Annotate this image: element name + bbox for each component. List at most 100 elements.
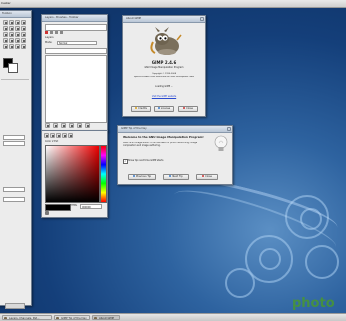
toolbox-title: Toolbox <box>2 12 12 15</box>
tip-close-button[interactable]: Close <box>196 174 218 180</box>
about-authors-box: Spencer Kimball, Peter Mattis and the GI… <box>127 76 201 82</box>
palette-tab-icon[interactable] <box>56 133 61 138</box>
tool-eraser-icon[interactable] <box>9 38 14 43</box>
watercolor-tab-icon[interactable] <box>62 133 67 138</box>
tool-options-slider[interactable] <box>3 141 25 146</box>
tool-smudge-icon[interactable] <box>21 38 26 43</box>
toolbox-window: Toolbox <box>0 10 32 309</box>
tip-body: GIMP is an image editor. It can be used … <box>123 142 198 147</box>
tool-ellipse-select-icon[interactable] <box>9 20 14 25</box>
layers-panel-heading: Layers <box>45 36 54 39</box>
tool-pencil-icon[interactable] <box>3 38 8 43</box>
tool-fuzzy-select-icon[interactable] <box>21 20 26 25</box>
layers-mode-label: Mode: <box>45 41 53 44</box>
tool-options-slider[interactable] <box>3 135 25 140</box>
lower-layer-icon[interactable] <box>61 123 66 128</box>
show-tip-label[interactable]: Show tip next time GIMP starts <box>128 159 164 162</box>
wallpaper-swirl <box>225 268 255 298</box>
paths-tab-icon[interactable] <box>55 31 58 34</box>
layers-mode-dropdown[interactable]: Normal <box>57 41 97 45</box>
taskbar-item-layers[interactable]: Layers, Channels, Pat... <box>2 315 52 320</box>
about-close-icon[interactable] <box>200 17 204 21</box>
new-layer-icon[interactable] <box>45 123 50 128</box>
color-hue-strip[interactable] <box>100 145 107 203</box>
layers-image-selector[interactable] <box>45 24 107 31</box>
tip-body-box: GIMP is an image editor. It can be used … <box>123 142 207 152</box>
tool-shear-icon[interactable] <box>21 26 26 31</box>
tool-options-button-row[interactable] <box>5 303 25 309</box>
tip-close-label: Close <box>205 175 212 178</box>
undo-tab-icon[interactable] <box>60 31 63 34</box>
tip-lightbulb-icon <box>213 135 229 153</box>
color-picker-icon[interactable] <box>45 211 49 215</box>
about-website-link[interactable]: Visit the GIMP website <box>123 95 205 98</box>
tip-heading: Welcome to the GNU Image Manipulation Pr… <box>123 135 204 139</box>
about-subtitle: GNU Image Manipulation Program <box>144 66 184 69</box>
color-saturation-value-picker[interactable] <box>45 145 100 203</box>
color-triangle-tab-icon[interactable] <box>50 133 55 138</box>
toolbox-title-bar: Toolbox <box>0 11 31 18</box>
tool-free-select-icon[interactable] <box>15 20 20 25</box>
tool-options-slider[interactable] <box>3 197 25 202</box>
tool-clone-icon[interactable] <box>15 38 20 43</box>
channels-tab-icon[interactable] <box>50 31 53 34</box>
duplicate-layer-icon[interactable] <box>69 123 74 128</box>
next-arrow-icon <box>169 175 172 177</box>
about-authors: Spencer Kimball, Peter Mattis and the GI… <box>133 76 195 78</box>
next-tip-button[interactable]: Next Tip <box>163 174 189 180</box>
wallpaper-swirl <box>259 248 281 270</box>
tip-of-the-day-dialog: GIMP Tip of the Day Welcome to the GNU I… <box>117 125 233 185</box>
taskbar-item-about[interactable]: About GIMP <box>92 315 120 320</box>
close-icon <box>202 175 205 177</box>
current-color-preview <box>45 204 71 211</box>
layers-dock-window: Layers - Brushes - Toolbar Layers Mode: … <box>41 14 108 132</box>
layers-opacity-slider[interactable] <box>45 48 107 54</box>
about-close-button[interactable]: Close <box>178 106 198 112</box>
license-icon <box>157 107 160 109</box>
background-color-swatch[interactable] <box>8 63 18 73</box>
color-tab-icon[interactable] <box>44 133 49 138</box>
tip-close-icon[interactable] <box>227 127 231 131</box>
license-button[interactable]: License <box>154 106 174 112</box>
tool-rotate-icon[interactable] <box>9 26 14 31</box>
tool-paintbrush-icon[interactable] <box>21 32 26 37</box>
previous-arrow-icon <box>132 175 135 177</box>
tool-measure-icon[interactable] <box>21 44 26 49</box>
anchor-layer-icon[interactable] <box>77 123 82 128</box>
layers-tab-icon[interactable] <box>45 31 48 34</box>
layers-mode-value: Normal <box>59 42 68 45</box>
close-icon <box>183 107 186 109</box>
tool-blend-icon[interactable] <box>9 44 14 49</box>
color-hex-input[interactable]: 000000 <box>80 204 102 209</box>
tool-crop-icon[interactable] <box>3 26 8 31</box>
delete-layer-icon[interactable] <box>85 123 90 128</box>
top-menu-label[interactable]: Cester <box>1 2 11 5</box>
wilber-mascot-icon <box>149 26 183 58</box>
color-hex-value: 000000 <box>82 206 91 209</box>
tool-text-icon[interactable] <box>9 32 14 37</box>
taskbar-item-tip[interactable]: GIMP Tip of the Day <box>54 315 90 320</box>
tip-title-bar: GIMP Tip of the Day <box>118 126 232 133</box>
about-title-bar: About GIMP <box>123 16 205 23</box>
tool-bucket-icon[interactable] <box>3 44 8 49</box>
credits-button[interactable]: Credits <box>131 106 151 112</box>
color-panel-heading: Color 2 Ext <box>45 140 59 143</box>
about-gimp-dialog: About GIMP GIMP 2.4.6 GNU Image Manipula… <box>122 15 206 117</box>
layers-list[interactable] <box>45 55 107 123</box>
scales-tab-icon[interactable] <box>68 133 73 138</box>
about-loading-text: Loading GIMP ... <box>155 85 173 88</box>
tool-move-icon[interactable] <box>3 32 8 37</box>
tool-rect-select-icon[interactable] <box>3 20 8 25</box>
tool-options-slider[interactable] <box>3 187 25 192</box>
credits-label: Credits <box>138 107 147 110</box>
raise-layer-icon[interactable] <box>53 123 58 128</box>
tool-dodge-icon[interactable] <box>15 44 20 49</box>
layers-title-bar: Layers - Brushes - Toolbar <box>42 15 107 22</box>
tool-paths-icon[interactable] <box>15 32 20 37</box>
previous-tip-button[interactable]: Previous Tip <box>128 174 156 180</box>
next-tip-label: Next Tip <box>172 175 183 178</box>
tool-scale-icon[interactable] <box>15 26 20 31</box>
credits-icon <box>135 107 138 109</box>
watermark-logo: photo <box>292 296 335 311</box>
about-title: About GIMP <box>126 17 142 20</box>
